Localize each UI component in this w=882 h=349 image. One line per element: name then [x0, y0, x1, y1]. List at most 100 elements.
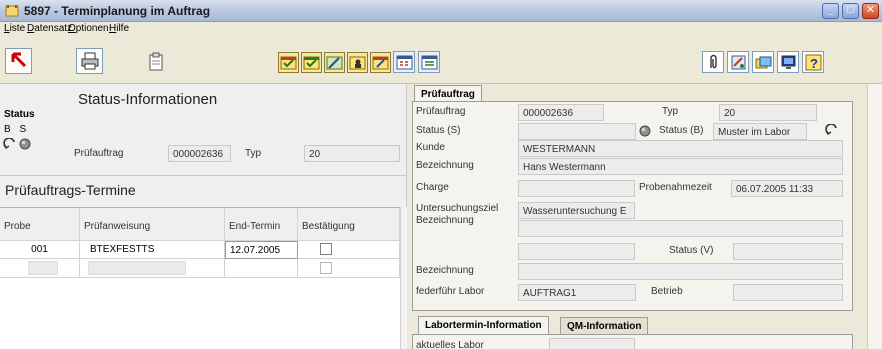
termine-table: Probe Prüfanweisung End-Termin Bestätigu…: [0, 207, 400, 349]
kunde-field: WESTERMANN: [518, 140, 843, 157]
menu-liste[interactable]: Liste: [4, 23, 25, 34]
aktuelles-labor-field: [549, 338, 635, 349]
monitor-button[interactable]: [777, 51, 799, 73]
toolbar: ?: [0, 37, 882, 84]
bezeichnung-field-1: Hans Westermann: [518, 158, 843, 175]
calendar-button-5[interactable]: [370, 52, 391, 73]
bezeichnung-label-3: Bezeichnung: [416, 265, 474, 276]
table-scrollbar[interactable]: [400, 207, 407, 349]
print-button[interactable]: [76, 48, 103, 74]
probenahmezeit-field: 06.07.2005 11:33: [731, 180, 843, 197]
untersuchungsziel-label: Untersuchungsziel: [416, 203, 499, 214]
paperclip-icon: [710, 54, 717, 69]
close-button[interactable]: ✕: [862, 3, 879, 19]
calendar-button-6[interactable]: [393, 51, 415, 73]
window-titlebar: 5897 - Terminplanung im Auftrag _ □ ✕: [0, 0, 882, 22]
right-panel: Prüfauftrag Prüfauftrag 000002636 Typ 20…: [408, 84, 882, 349]
federfuehr-labor-label: federführ Labor: [416, 286, 485, 297]
status-b-label: Status (B): [659, 125, 704, 136]
bestaetigung-checkbox-empty[interactable]: [320, 262, 332, 274]
pruefauftrag-tabpanel: Prüfauftrag 000002636 Typ 20 Status (S) …: [412, 101, 853, 311]
table-cell-pruefanweisung[interactable]: BTEXFESTTS: [80, 241, 225, 259]
svg-text:?: ?: [810, 56, 818, 71]
document-button[interactable]: [142, 48, 169, 74]
help-button[interactable]: ?: [802, 51, 824, 73]
menu-hilfe[interactable]: Hilfe: [109, 23, 129, 34]
betrieb-field: [733, 284, 843, 301]
tab-labortermin-information[interactable]: Labortermin-Information: [418, 316, 549, 334]
pruefauftrag-field: 000002636: [518, 104, 604, 121]
status-arrow-icon: [3, 138, 15, 149]
table-cell-probe-empty[interactable]: [0, 259, 80, 278]
untersuchungsziel-field: Wasseruntersuchung E: [518, 202, 635, 219]
table-cell-pruefanweisung-empty[interactable]: [80, 259, 225, 278]
column-header-probe[interactable]: Probe: [0, 208, 80, 241]
labortermin-tabpanel: aktuelles Labor: [412, 334, 853, 349]
empty-field: [28, 261, 58, 275]
federfuehr-labor-field: AUFTRAG1: [518, 284, 636, 301]
status-s-label: Status (S): [416, 125, 461, 136]
window-title: 5897 - Terminplanung im Auftrag: [24, 4, 211, 18]
pen-icon: [326, 56, 343, 70]
monitor-icon: [781, 55, 796, 69]
calendar-button-2[interactable]: [301, 52, 322, 73]
charge-label: Charge: [416, 182, 449, 193]
folders-icon: [755, 56, 772, 69]
status-s-field: [518, 123, 636, 140]
attachment-button[interactable]: [702, 51, 724, 73]
calendar-button-7[interactable]: [418, 51, 440, 73]
bestaetigung-checkbox[interactable]: [320, 243, 332, 255]
form-scrollbar[interactable]: [867, 84, 882, 349]
tools-icon: [731, 55, 746, 70]
typ-field: 20: [719, 104, 817, 121]
calendar-grid-icon: [396, 55, 413, 70]
clipboard-icon: [149, 52, 163, 71]
table-cell-end-termin-empty[interactable]: [225, 259, 298, 278]
menu-optionen[interactable]: Optionen: [68, 23, 109, 34]
termine-heading: Prüfauftrags-Termine: [5, 182, 136, 198]
divider: [0, 175, 407, 176]
calendar-button-1[interactable]: [278, 52, 299, 73]
maximize-button[interactable]: □: [842, 3, 859, 19]
red-arrow-icon: [11, 52, 27, 68]
status-s-dot-icon: [639, 125, 651, 137]
tab-qm-information[interactable]: QM-Information: [560, 317, 649, 335]
table-cell-probe[interactable]: 001: [0, 241, 80, 259]
tools-button[interactable]: [727, 51, 749, 73]
status-label: Status: [4, 109, 35, 120]
table-cell-end-termin[interactable]: 12.07.2005: [225, 241, 298, 259]
status-v-label: Status (V): [669, 245, 714, 256]
minimize-button[interactable]: _: [822, 3, 839, 19]
printer-icon: [81, 52, 99, 70]
bs-label: B S: [4, 124, 30, 135]
calendar-icon: [280, 56, 297, 70]
column-header-pruefanweisung[interactable]: Prüfanweisung: [80, 208, 225, 241]
status-v-field: [733, 243, 843, 260]
column-header-bestaetigung[interactable]: Bestätigung: [298, 208, 400, 241]
aktuelles-labor-label: aktuelles Labor: [416, 340, 484, 349]
left-panel: Status-Informationen Status B S Prüfauft…: [0, 84, 407, 349]
status-b-field: Muster im Labor: [713, 123, 807, 140]
table-cell-bestaetigung: [298, 241, 400, 259]
kunde-label: Kunde: [416, 142, 445, 153]
status-pruefauftrag-label: Prüfauftrag: [74, 148, 124, 159]
app-icon: [5, 5, 19, 17]
person-calendar-icon: [349, 56, 366, 70]
status-b-arrow-icon: [825, 124, 837, 135]
calendar-button-4[interactable]: [347, 52, 368, 73]
exit-button[interactable]: [5, 48, 32, 74]
status-pruefauftrag-field: 000002636: [168, 145, 231, 162]
bezeichnung-label-1: Bezeichnung: [416, 160, 474, 171]
extra-field: [518, 243, 635, 260]
status-dot-icon: [19, 138, 31, 150]
folders-button[interactable]: [752, 51, 774, 73]
status-typ-field: 20: [304, 145, 400, 162]
column-header-end-termin[interactable]: End-Termin: [225, 208, 298, 241]
status-typ-label: Typ: [245, 148, 262, 159]
calendar-button-3[interactable]: [324, 52, 345, 73]
menu-datensatz[interactable]: Datensatz: [27, 23, 72, 34]
bezeichnung-label-2: Bezeichnung: [416, 215, 474, 226]
table-cell-bestaetigung-empty: [298, 259, 400, 278]
calendar-check-icon: [303, 56, 320, 70]
probenahmezeit-label: Probenahmezeit: [639, 182, 712, 193]
